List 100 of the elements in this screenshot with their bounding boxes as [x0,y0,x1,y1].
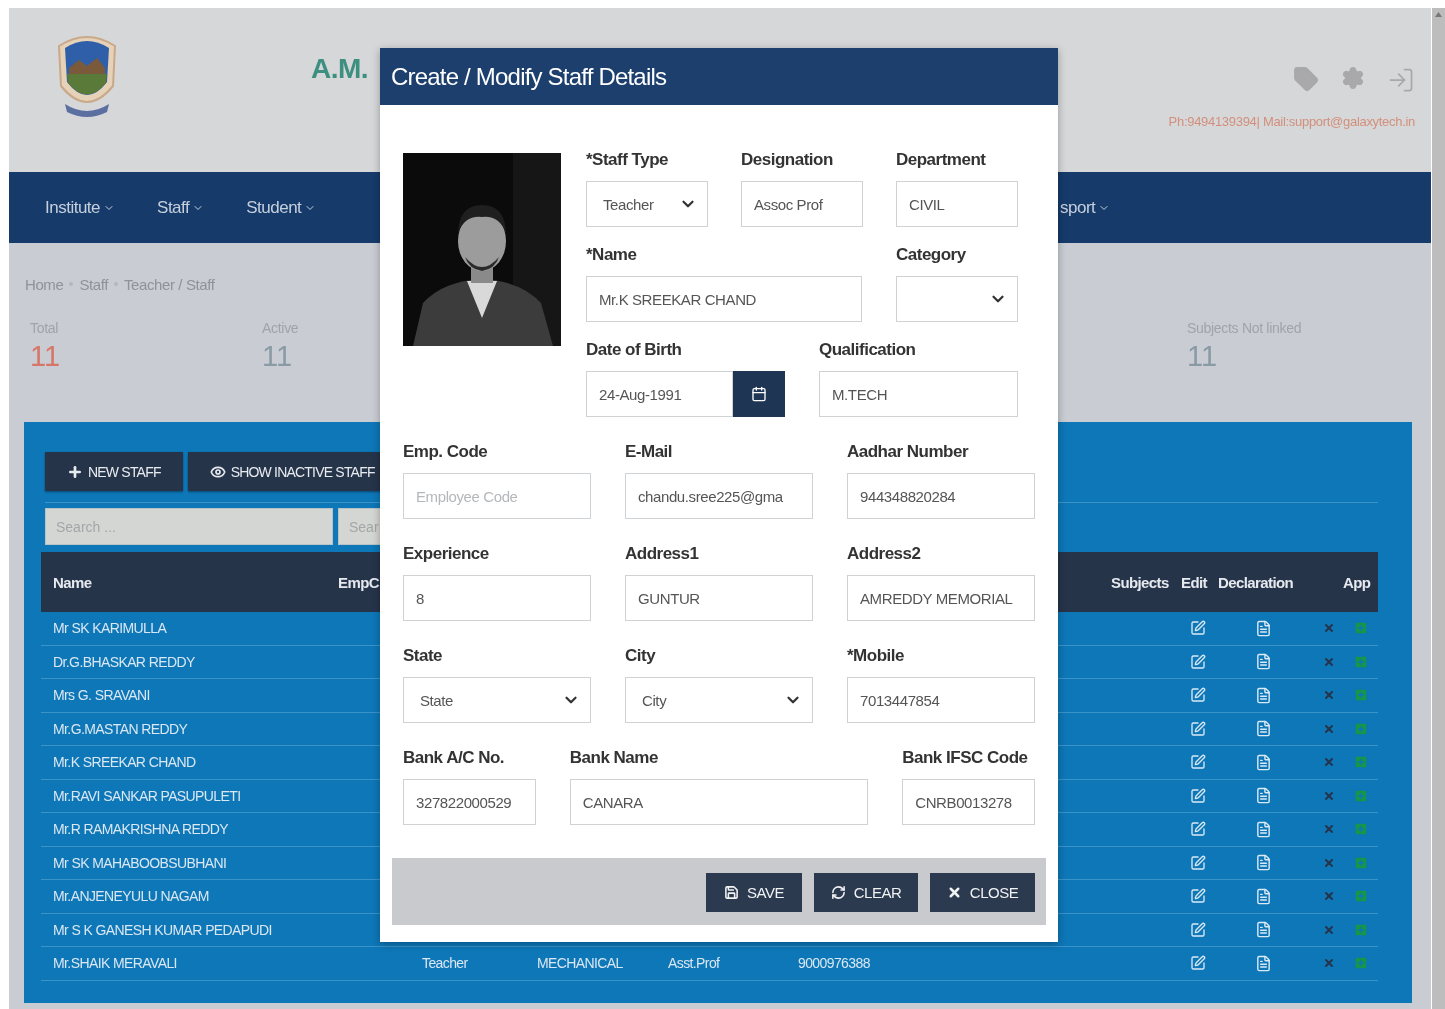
select-field[interactable]: State [403,677,591,723]
school-name: A.M. [311,53,369,85]
cross-icon[interactable] [1323,655,1335,668]
input-field[interactable]: CIVIL [896,181,1018,227]
cross-icon[interactable] [1323,890,1335,903]
document-icon[interactable] [1255,887,1272,905]
cross-icon[interactable] [1323,856,1335,869]
table-cell-text: MECHANICAL [537,955,624,972]
input-field[interactable]: M.TECH [819,371,1018,417]
field-label: *Mobile [847,646,905,666]
select-field[interactable]: Teacher [586,181,708,227]
input-field[interactable]: 944348820284 [847,473,1035,519]
toolbar-button[interactable]: NEW STAFF [45,452,183,491]
document-icon[interactable] [1255,854,1272,872]
nav-item[interactable]: Staff [157,197,205,218]
edit-icon[interactable] [1190,921,1206,938]
input-field[interactable]: 8 [403,575,591,621]
plus-icon [67,463,83,480]
dialog-title: Create / Modify Staff Details [391,62,667,91]
document-icon[interactable] [1255,820,1272,838]
input-field[interactable]: Mr.K SREEKAR CHAND [586,276,862,322]
field-label: *Name [586,245,638,265]
nav-item[interactable]: sport [1060,197,1431,218]
table-cell-text: Mr.G.MASTAN REDDY [53,720,189,737]
input-field[interactable]: GUNTUR [625,575,813,621]
scrollbar[interactable] [1432,8,1445,1009]
edit-icon[interactable] [1190,720,1206,737]
cross-icon[interactable] [1323,789,1335,802]
document-icon[interactable] [1255,720,1272,738]
input-field[interactable]: AMREDDY MEMORIAL [847,575,1035,621]
cross-icon[interactable] [1323,957,1335,970]
edit-icon[interactable] [1190,687,1206,704]
input-field[interactable]: chandu.sree225@gma [625,473,813,519]
refresh-icon [830,885,846,900]
date-field[interactable]: 24-Aug-1991 [586,371,733,417]
field-label: Aadhar Number [847,442,970,462]
edit-icon[interactable] [1190,821,1206,838]
document-icon[interactable] [1255,686,1272,704]
cross-icon[interactable] [1323,689,1335,702]
field-label: City [625,646,657,666]
table-cell-text: Mr S K GANESH KUMAR PEDAPUDI [53,921,273,938]
input-field[interactable]: CANARA [569,779,869,825]
cross-icon[interactable] [1323,622,1335,635]
table-cell-text: Mr.R RAMAKRISHNA REDDY [53,821,230,838]
table-cell-text: Mr.RAVI SANKAR PASUPULETI [53,787,242,804]
field-label: Address1 [625,544,700,564]
input-field[interactable]: Employee Code [403,473,591,519]
settings-icon[interactable] [1341,66,1365,90]
edit-icon[interactable] [1190,620,1206,637]
table-cell-text: Mr.ANJENEYULU NAGAM [53,888,210,905]
input-field[interactable]: 7013447854 [847,677,1035,723]
cross-icon[interactable] [1323,823,1335,836]
sign-in-icon[interactable] [1387,66,1415,94]
edit-icon[interactable] [1190,955,1206,972]
field-label: State [403,646,444,666]
document-icon[interactable] [1255,787,1272,805]
edit-icon[interactable] [1190,888,1206,905]
cross-icon[interactable] [1323,756,1335,769]
document-icon[interactable] [1255,753,1272,771]
column-header[interactable]: Declaration [1218,573,1343,591]
column-header[interactable]: Name [53,573,338,591]
select-field[interactable]: City [625,677,813,723]
column-header[interactable]: Subjects [1111,573,1181,591]
edit-icon[interactable] [1190,854,1206,871]
nav-item[interactable]: Student [246,197,317,218]
table-cell-text: 9000976388 [798,955,871,972]
calendar-button[interactable] [733,371,785,417]
input-field[interactable]: 327822000529 [403,779,536,825]
column-header[interactable]: Edit [1181,573,1218,591]
save-button[interactable]: SAVE [706,873,802,912]
close-button[interactable]: CLOSE [930,873,1035,912]
field-label: E-Mail [625,442,674,462]
field-label: Qualification [819,340,917,360]
stat-value: 11 [30,340,61,373]
field-label: Designation [741,150,834,170]
nav-item[interactable]: Institute [45,197,116,218]
calendar-icon [751,386,767,402]
clear-button[interactable]: CLEAR [814,873,918,912]
select-field[interactable] [896,276,1018,322]
table-cell-text: Mr SK MAHABOOBSUBHANI [53,854,228,871]
table-cell-text: Dr.G.BHASKAR REDDY [53,653,196,670]
scroll-up-icon[interactable] [1435,12,1442,17]
document-icon[interactable] [1255,619,1272,637]
input-field[interactable]: CNRB0013278 [902,779,1035,825]
cross-icon[interactable] [1323,923,1335,936]
field-label: Category [896,245,967,265]
document-icon[interactable] [1255,954,1272,972]
cross-icon[interactable] [1323,722,1335,735]
tag-icon[interactable] [1293,66,1319,92]
field-label: Department [896,150,987,170]
document-icon[interactable] [1255,921,1272,939]
field-label: Address2 [847,544,922,564]
edit-icon[interactable] [1190,653,1206,670]
contact-info: Ph:9494139394| Mail:support@galaxytech.in [1168,114,1415,129]
input-field[interactable]: Assoc Prof [741,181,863,227]
edit-icon[interactable] [1190,787,1206,804]
edit-icon[interactable] [1190,754,1206,771]
column-header[interactable]: App [1343,573,1378,591]
document-icon[interactable] [1255,653,1272,671]
stat-value: 11 [262,340,293,373]
